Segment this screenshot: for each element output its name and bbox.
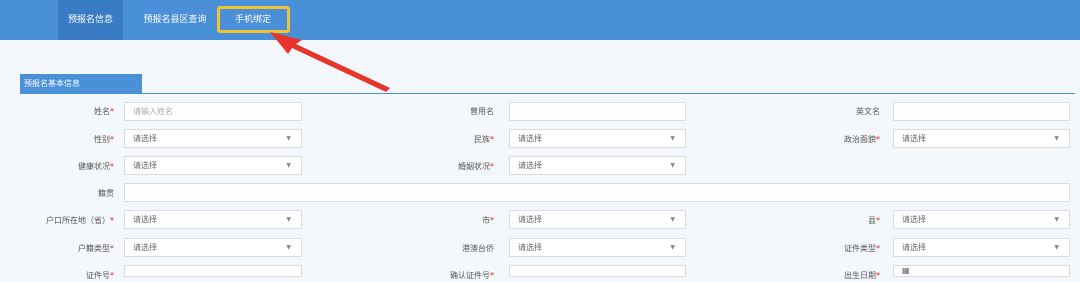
hkmt-label: 港澳台侨 — [462, 244, 494, 253]
hukou-label: 户口所在地（省）* — [46, 216, 114, 225]
gender-select[interactable]: 请选择 ▼ — [124, 129, 302, 148]
chevron-down-icon: ▼ — [286, 244, 291, 251]
chevron-down-icon: ▼ — [1054, 216, 1059, 223]
chevron-down-icon: ▼ — [286, 135, 291, 142]
nation-select[interactable]: 请选择 ▼ — [509, 129, 686, 148]
health-select[interactable]: 请选择 ▼ — [124, 156, 302, 175]
name-label: 姓名* — [94, 107, 114, 116]
section-title: 预报名基本信息 — [20, 74, 142, 93]
idtype-label: 证件类型* — [844, 244, 880, 253]
idconfirm-label: 确认证件号* — [450, 271, 494, 280]
hukoutype-select[interactable]: 请选择 ▼ — [124, 238, 302, 257]
county-label: 县* — [868, 216, 880, 225]
city-label: 市* — [482, 216, 494, 225]
gender-label: 性别* — [94, 135, 114, 144]
section-divider — [20, 93, 1075, 94]
usedname-input[interactable] — [509, 102, 686, 121]
native-label: 籍贯 — [98, 189, 114, 198]
county-select[interactable]: 请选择 ▼ — [893, 210, 1070, 229]
politics-select[interactable]: 请选择 ▼ — [893, 129, 1070, 148]
native-input[interactable] — [124, 183, 1070, 202]
health-label: 健康状况* — [78, 162, 114, 171]
chevron-down-icon: ▼ — [670, 135, 675, 142]
chevron-down-icon: ▼ — [670, 244, 675, 251]
chevron-down-icon: ▼ — [286, 162, 291, 169]
chevron-down-icon: ▼ — [1054, 244, 1059, 251]
calendar-icon[interactable]: ▦ — [902, 266, 910, 275]
name-input[interactable]: 请输入姓名 — [124, 102, 302, 121]
birth-date-input[interactable]: ▦ — [893, 265, 1070, 277]
idno-label: 证件号* — [86, 271, 114, 280]
nation-label: 民族* — [474, 135, 494, 144]
politics-label: 政治面貌* — [844, 135, 880, 144]
idno-input[interactable] — [124, 265, 302, 277]
marriage-label: 婚姻状况* — [458, 162, 494, 171]
chevron-down-icon: ▼ — [670, 162, 675, 169]
engname-input[interactable] — [893, 102, 1070, 121]
chevron-down-icon: ▼ — [286, 216, 291, 223]
hukou-province-select[interactable]: 请选择 ▼ — [124, 210, 302, 229]
usedname-label: 曾用名 — [470, 107, 494, 116]
birth-label: 出生日期* — [844, 271, 880, 280]
city-select[interactable]: 请选择 ▼ — [509, 210, 686, 229]
chevron-down-icon: ▼ — [1054, 135, 1059, 142]
marriage-select[interactable]: 请选择 ▼ — [509, 156, 686, 175]
idconfirm-input[interactable] — [509, 265, 686, 277]
hkmt-select[interactable]: 请选择 ▼ — [509, 238, 686, 257]
engname-label: 英文名 — [856, 107, 880, 116]
idtype-select[interactable]: 请选择 ▼ — [893, 238, 1070, 257]
chevron-down-icon: ▼ — [670, 216, 675, 223]
hukoutype-label: 户籍类型* — [78, 244, 114, 253]
